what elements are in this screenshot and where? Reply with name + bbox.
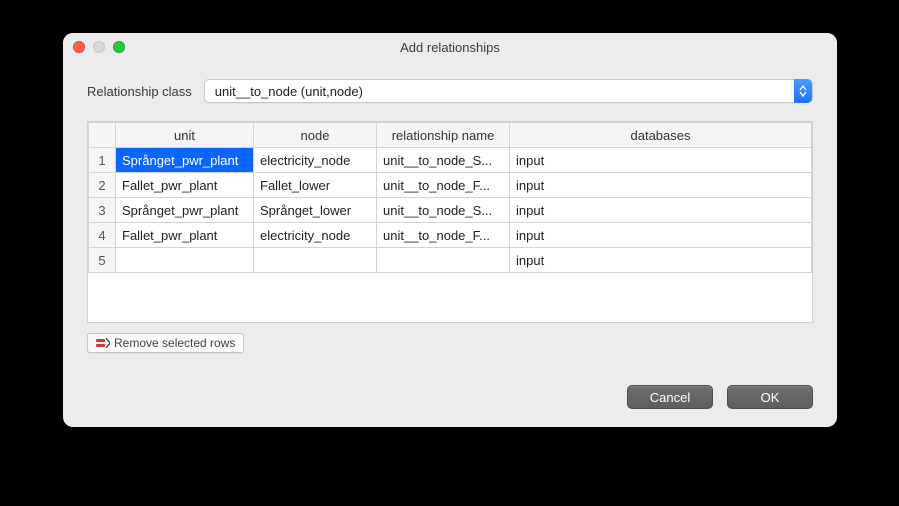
relationship-class-row: Relationship class unit__to_node (unit,n… [87, 79, 813, 103]
relationships-table[interactable]: unit node relationship name databases 1S… [87, 121, 813, 323]
remove-selected-rows-button[interactable]: Remove selected rows [87, 333, 244, 353]
cell-relationship[interactable]: unit__to_node_S... [377, 148, 510, 173]
table-row[interactable]: 1Språnget_pwr_plantelectricity_nodeunit_… [89, 148, 812, 173]
cell-unit[interactable] [116, 248, 254, 273]
col-header-databases[interactable]: databases [510, 123, 812, 148]
table-row[interactable]: 5 input [89, 248, 812, 273]
cell-unit[interactable]: Språnget_pwr_plant [116, 148, 254, 173]
relationship-class-label: Relationship class [87, 84, 192, 99]
cancel-button[interactable]: Cancel [627, 385, 713, 409]
relationship-class-select[interactable]: unit__to_node (unit,node) [204, 79, 813, 103]
table-row[interactable]: 4Fallet_pwr_plantelectricity_nodeunit__t… [89, 223, 812, 248]
dialog-content: Relationship class unit__to_node (unit,n… [63, 61, 837, 369]
cell-unit[interactable]: Fallet_pwr_plant [116, 173, 254, 198]
col-header-relationship[interactable]: relationship name [377, 123, 510, 148]
window-title: Add relationships [63, 33, 837, 61]
chevron-updown-icon [794, 79, 812, 103]
row-number[interactable]: 3 [89, 198, 116, 223]
table-row[interactable]: 3Språnget_pwr_plantSprånget_lowerunit__t… [89, 198, 812, 223]
relationship-class-value: unit__to_node (unit,node) [215, 84, 363, 99]
dialog-add-relationships: Add relationships Relationship class uni… [63, 33, 837, 427]
cell-relationship[interactable]: unit__to_node_S... [377, 198, 510, 223]
cell-node[interactable]: Språnget_lower [254, 198, 377, 223]
col-header-node[interactable]: node [254, 123, 377, 148]
cell-node[interactable]: electricity_node [254, 223, 377, 248]
ok-button[interactable]: OK [727, 385, 813, 409]
cell-databases[interactable]: input [510, 248, 812, 273]
cell-node[interactable]: Fallet_lower [254, 173, 377, 198]
remove-selected-rows-label: Remove selected rows [114, 336, 235, 350]
cell-databases[interactable]: input [510, 173, 812, 198]
cell-databases[interactable]: input [510, 148, 812, 173]
cell-relationship[interactable]: unit__to_node_F... [377, 223, 510, 248]
cell-unit[interactable]: Språnget_pwr_plant [116, 198, 254, 223]
cell-relationship[interactable]: unit__to_node_F... [377, 173, 510, 198]
row-number[interactable]: 4 [89, 223, 116, 248]
row-number[interactable]: 2 [89, 173, 116, 198]
col-header-rownum [89, 123, 116, 148]
dialog-footer: Cancel OK [63, 369, 837, 427]
cell-node[interactable] [254, 248, 377, 273]
row-number[interactable]: 1 [89, 148, 116, 173]
cell-unit[interactable]: Fallet_pwr_plant [116, 223, 254, 248]
titlebar: Add relationships [63, 33, 837, 61]
cell-databases[interactable]: input [510, 198, 812, 223]
row-number[interactable]: 5 [89, 248, 116, 273]
cell-databases[interactable]: input [510, 223, 812, 248]
cell-node[interactable]: electricity_node [254, 148, 377, 173]
cell-relationship[interactable] [377, 248, 510, 273]
table-row[interactable]: 2Fallet_pwr_plantFallet_lowerunit__to_no… [89, 173, 812, 198]
col-header-unit[interactable]: unit [116, 123, 254, 148]
remove-rows-icon [96, 338, 110, 348]
